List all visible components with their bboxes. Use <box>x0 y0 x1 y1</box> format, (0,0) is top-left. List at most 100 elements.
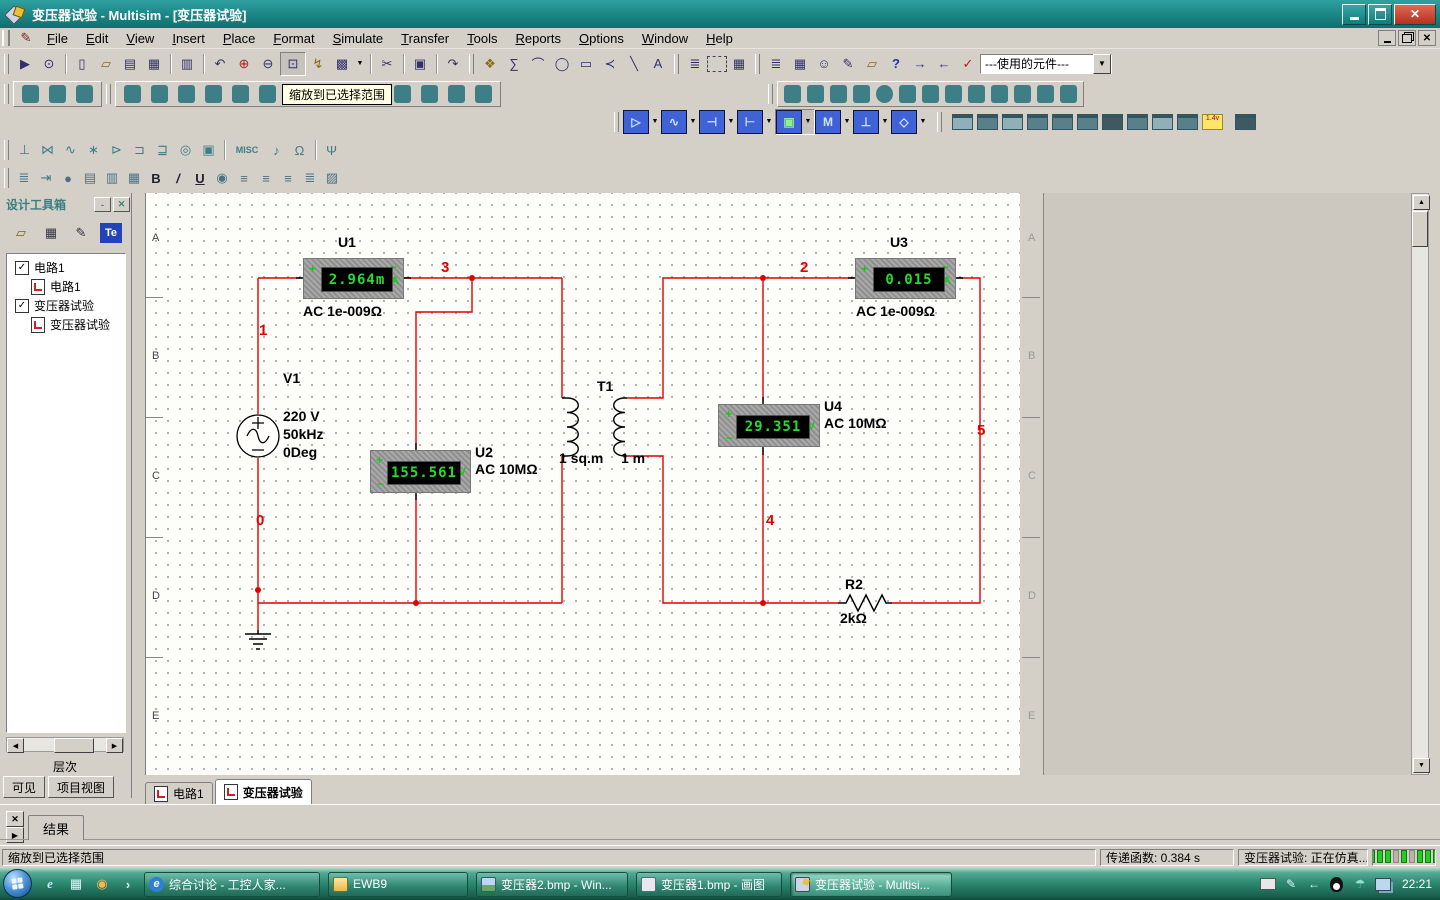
multimeter-icon[interactable] <box>952 114 973 130</box>
basic-family-icon[interactable]: ∿ <box>661 110 687 134</box>
component-button[interactable] <box>475 85 492 103</box>
refdes-u1[interactable]: U1 <box>338 234 356 250</box>
align-center-icon[interactable]: ≡ <box>255 167 277 189</box>
ground-symbol[interactable] <box>245 630 271 649</box>
draw-arc-icon[interactable]: ⌒ <box>526 53 550 75</box>
draw-line-icon[interactable]: ╲ <box>622 53 646 75</box>
analog-family-icon[interactable]: ▷ <box>623 110 649 134</box>
mdi-minimize-button[interactable] <box>1378 30 1396 46</box>
tree-item-transformer-test[interactable]: ✓ 变压器试验 <box>7 296 125 315</box>
selection-box-icon[interactable] <box>707 56 727 72</box>
settings-u2[interactable]: AC 10MΩ <box>475 461 538 477</box>
distortion-analyzer-icon[interactable] <box>1235 114 1256 130</box>
menu-simulate[interactable]: Simulate <box>324 29 393 48</box>
menu-edit[interactable]: Edit <box>77 29 117 48</box>
in-use-components-dropdown[interactable]: ---使用的元件--- ▼ <box>980 54 1112 74</box>
box-part-icon[interactable]: ▣ <box>197 139 220 161</box>
mdi-restore-button[interactable] <box>1398 30 1416 46</box>
net-label-5[interactable]: 5 <box>977 422 985 439</box>
toolbar-grip[interactable] <box>4 84 9 104</box>
taskbar-button-forum[interactable]: e 综合讨论 - 工控人家... <box>144 872 320 897</box>
scroll-up-icon[interactable]: ▲ <box>1413 195 1430 210</box>
scroll-down-icon[interactable]: ▼ <box>1413 758 1430 773</box>
v1-voltage[interactable]: 220 V <box>283 408 320 424</box>
component-button[interactable] <box>151 85 168 103</box>
italic-icon[interactable]: / <box>167 167 189 189</box>
tab-visible[interactable]: 可见 <box>3 776 45 798</box>
results-expand-button[interactable]: ▶ <box>6 827 24 843</box>
word-generator-icon[interactable] <box>1127 114 1148 130</box>
bullet-list-icon[interactable]: ≣ <box>299 167 321 189</box>
net-label-1[interactable]: 1 <box>259 322 267 339</box>
pen-tray-icon[interactable]: ✎ <box>1283 876 1299 892</box>
component-button[interactable] <box>1060 85 1077 103</box>
tree-item-circuit1-sheet[interactable]: 电路1 <box>7 277 125 296</box>
transistor-family-icon[interactable]: ⊢ <box>737 110 763 134</box>
zoom-page-icon[interactable]: ⊙ <box>37 53 61 75</box>
print-icon[interactable]: ▤ <box>118 53 142 75</box>
t1-secondary-label[interactable]: 1 m <box>621 450 645 466</box>
electromech-part-icon[interactable]: Ω <box>288 139 311 161</box>
connector-part-icon[interactable]: ∗ <box>82 139 105 161</box>
transistor-part-icon[interactable]: ⊳ <box>105 139 128 161</box>
sheet-tab-transformer-test[interactable]: 变压器试验 <box>215 779 312 804</box>
umbrella-tray-icon[interactable]: ☂ <box>1352 876 1368 892</box>
component-button[interactable] <box>124 85 141 103</box>
place-hierarchy-icon[interactable]: ∑ <box>502 53 526 75</box>
net-label-2[interactable]: 2 <box>800 259 808 276</box>
net-label-4[interactable]: 4 <box>766 512 774 529</box>
refdes-u4[interactable]: U4 <box>824 398 842 414</box>
taskbar-button-multisim[interactable]: 变压器试验 - Multisi... <box>790 872 952 897</box>
draw-polyline-icon[interactable]: ≺ <box>598 53 622 75</box>
toolbar-grip[interactable] <box>614 112 619 132</box>
ac-source-symbol[interactable] <box>237 415 279 457</box>
sheet-tab-circuit1[interactable]: 电路1 <box>145 782 213 804</box>
menu-insert[interactable]: Insert <box>163 29 214 48</box>
open-file-icon[interactable]: ▱ <box>94 53 118 75</box>
launcher-quicklaunch-icon[interactable]: ◉ <box>94 876 110 892</box>
refdes-v1[interactable]: V1 <box>283 370 300 386</box>
forward-annotate-icon[interactable]: → <box>908 53 932 75</box>
help-icon[interactable]: ? <box>884 53 908 75</box>
component-button[interactable] <box>259 85 276 103</box>
settings-u4[interactable]: AC 10MΩ <box>824 415 887 431</box>
diode-part-icon[interactable]: ⋈ <box>36 139 59 161</box>
bold-icon[interactable]: B <box>145 167 167 189</box>
grid-doc-icon[interactable]: ▦ <box>727 53 751 75</box>
menu-tools[interactable]: Tools <box>458 29 506 48</box>
cmos-part-icon[interactable]: ⊒ <box>151 139 174 161</box>
close-button[interactable]: ✕ <box>1394 4 1436 25</box>
component-button[interactable] <box>205 85 222 103</box>
font-color-icon[interactable]: ◉ <box>211 167 233 189</box>
text-edit-icon[interactable]: Te <box>100 223 122 243</box>
minimize-button[interactable] <box>1342 4 1366 25</box>
menu-window[interactable]: Window <box>633 29 697 48</box>
resistor-symbol[interactable] <box>838 595 892 611</box>
component-button[interactable] <box>232 85 249 103</box>
misc-part-icon[interactable]: MISC <box>229 139 265 161</box>
erc-icon[interactable]: ☺ <box>812 53 836 75</box>
component-button[interactable] <box>1014 85 1031 103</box>
measurement-family-icon[interactable]: ▣ <box>776 110 802 134</box>
component-button[interactable] <box>178 85 195 103</box>
underline-icon[interactable]: U <box>189 167 211 189</box>
start-button[interactable] <box>3 869 32 898</box>
indent-icon[interactable]: ⇥ <box>35 167 57 189</box>
ie-quicklaunch-icon[interactable]: e <box>42 876 58 892</box>
spreadsheet-view-icon[interactable]: ▦ <box>788 53 812 75</box>
dropdown-arrow-icon[interactable]: ▼ <box>687 111 699 133</box>
back-annotate-icon[interactable]: ← <box>932 53 956 75</box>
function-generator-icon[interactable] <box>977 114 998 130</box>
check-icon[interactable]: ✓ <box>956 53 980 75</box>
component-button[interactable] <box>784 85 801 103</box>
panel-close-button[interactable]: ✕ <box>113 197 130 212</box>
component-button[interactable] <box>394 85 411 103</box>
rated-family-icon[interactable]: ◇ <box>891 110 917 134</box>
results-close-button[interactable]: ✕ <box>6 811 24 827</box>
toolbar-grip[interactable] <box>755 54 760 74</box>
keyboard-tray-icon[interactable] <box>1260 876 1276 892</box>
meter-u2[interactable]: + − V 155.561 <box>370 450 471 493</box>
component-button[interactable] <box>807 85 824 103</box>
power-family-icon[interactable]: ⊥ <box>853 110 879 134</box>
edit-symbol-icon[interactable]: ✎ <box>836 53 860 75</box>
